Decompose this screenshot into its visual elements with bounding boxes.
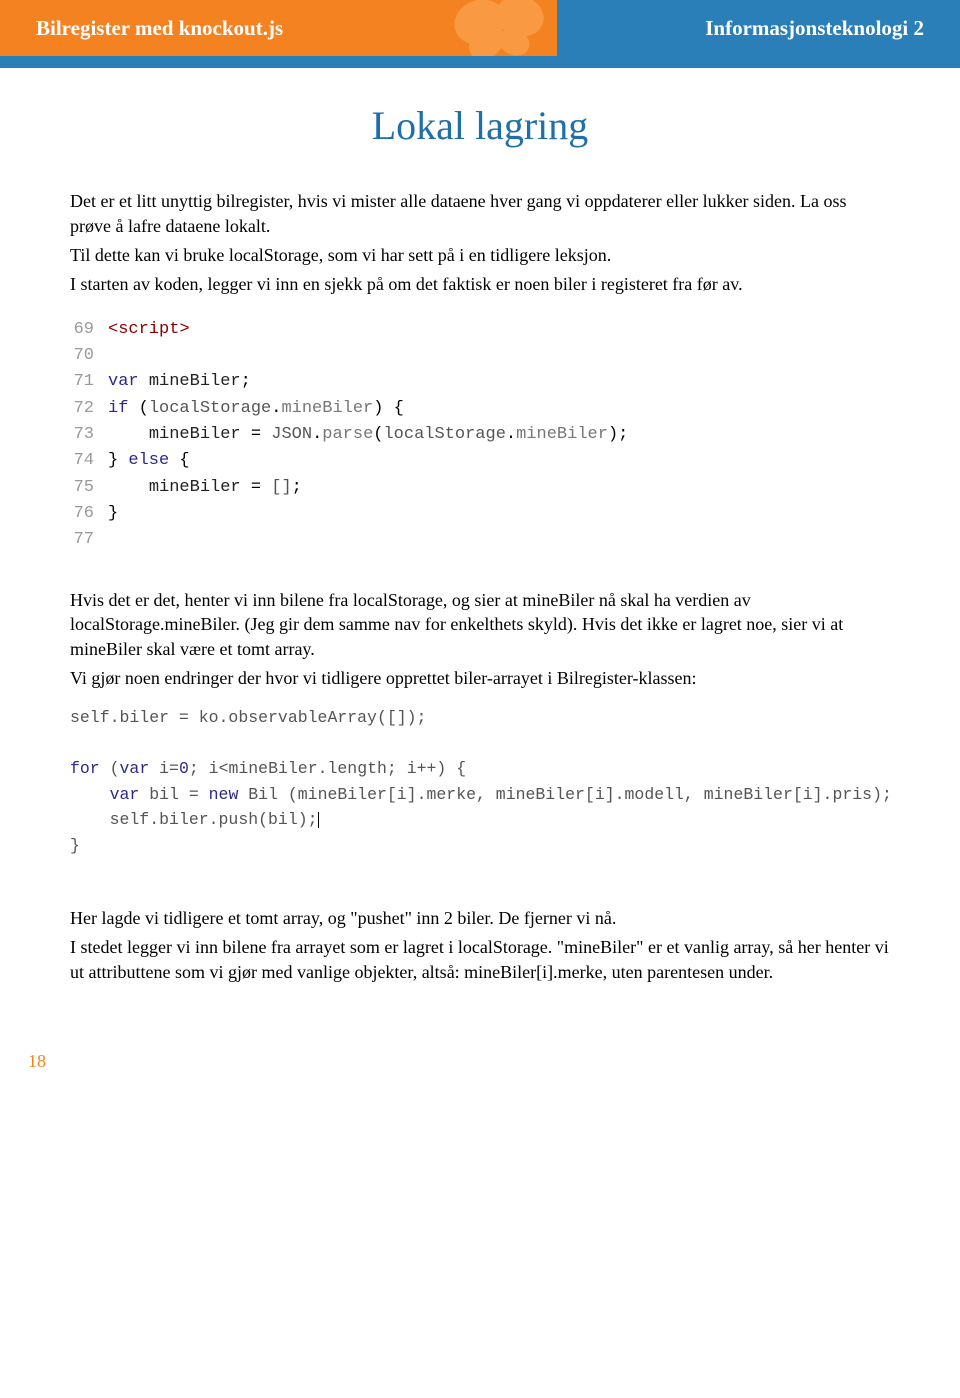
header-right-title: Informasjonsteknologi 2 — [677, 0, 960, 56]
header-left-title: Bilregister med knockout.js — [36, 14, 283, 43]
paragraph-7: I stedet legger vi inn bilene fra arraye… — [70, 935, 890, 985]
end-block: Her lagde vi tidligere et tomt array, og… — [70, 906, 890, 984]
page-header: Bilregister med knockout.js Informasjons… — [0, 0, 960, 56]
paragraph-3: I starten av koden, legger vi inn en sje… — [70, 272, 890, 297]
page-title: Lokal lagring — [70, 98, 890, 153]
butterfly-decoration — [442, 0, 562, 56]
paragraph-2: Til dette kan vi bruke localStorage, som… — [70, 243, 890, 268]
paragraph-6: Her lagde vi tidligere et tomt array, og… — [70, 906, 890, 931]
paragraph-1: Det er et litt unyttig bilregister, hvis… — [70, 189, 890, 239]
page-content: Lokal lagring Det er et litt unyttig bil… — [0, 68, 960, 1039]
mid-block: Hvis det er det, henter vi inn bilene fr… — [70, 588, 890, 691]
code-snippet-1: 69<script> 70 71var mineBiler; 72if (loc… — [70, 311, 890, 560]
header-underline — [0, 56, 960, 68]
intro-block: Det er et litt unyttig bilregister, hvis… — [70, 189, 890, 296]
paragraph-4: Hvis det er det, henter vi inn bilene fr… — [70, 588, 890, 662]
page-number: 18 — [0, 1039, 960, 1094]
paragraph-5: Vi gjør noen endringer der hvor vi tidli… — [70, 666, 890, 691]
code-snippet-2: self.biler = ko.observableArray([]); for… — [70, 705, 890, 858]
